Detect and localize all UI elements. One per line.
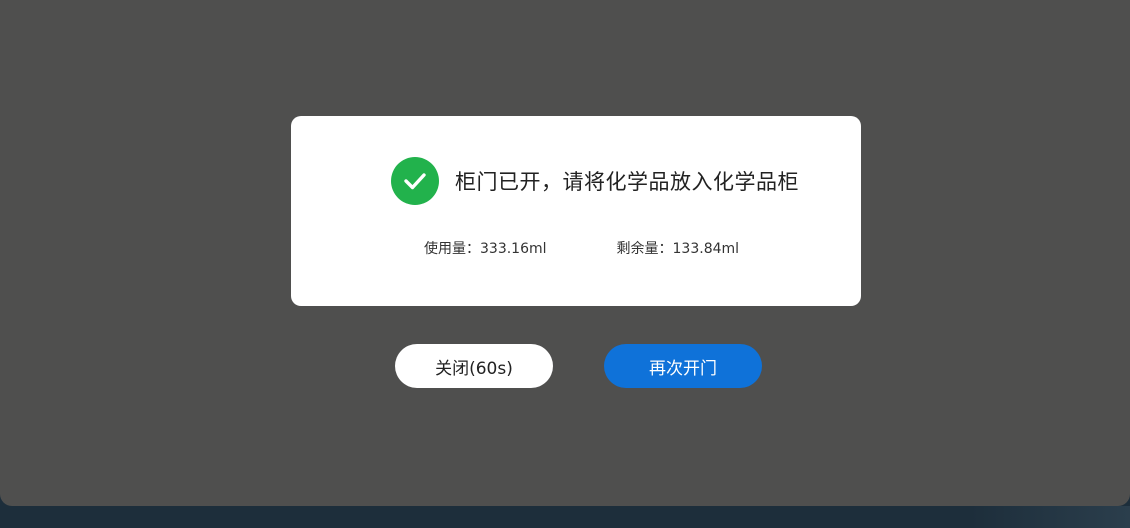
- success-dialog: 柜门已开，请将化学品放入化学品柜 使用量：333.16ml 剩余量：133.84…: [291, 116, 861, 306]
- bottom-strip-shade: [970, 506, 1130, 528]
- status-message: 柜门已开，请将化学品放入化学品柜: [455, 170, 799, 194]
- reopen-door-button[interactable]: 再次开门: [604, 344, 762, 388]
- used-amount-label: 使用量：: [424, 241, 480, 257]
- used-amount: 使用量：333.16ml: [424, 238, 547, 258]
- remaining-amount-label: 剩余量：: [616, 241, 673, 257]
- remaining-amount-value: 133.84ml: [672, 241, 740, 257]
- used-amount-value: 333.16ml: [480, 241, 547, 257]
- usage-row: 使用量：333.16ml 剩余量：133.84ml: [424, 238, 739, 258]
- bottom-strip: [0, 506, 1130, 528]
- status-row: 柜门已开，请将化学品放入化学品柜: [391, 156, 799, 206]
- remaining-amount: 剩余量：133.84ml: [617, 238, 740, 258]
- close-button[interactable]: 关闭(60s): [395, 344, 553, 388]
- check-circle-icon: [391, 157, 439, 205]
